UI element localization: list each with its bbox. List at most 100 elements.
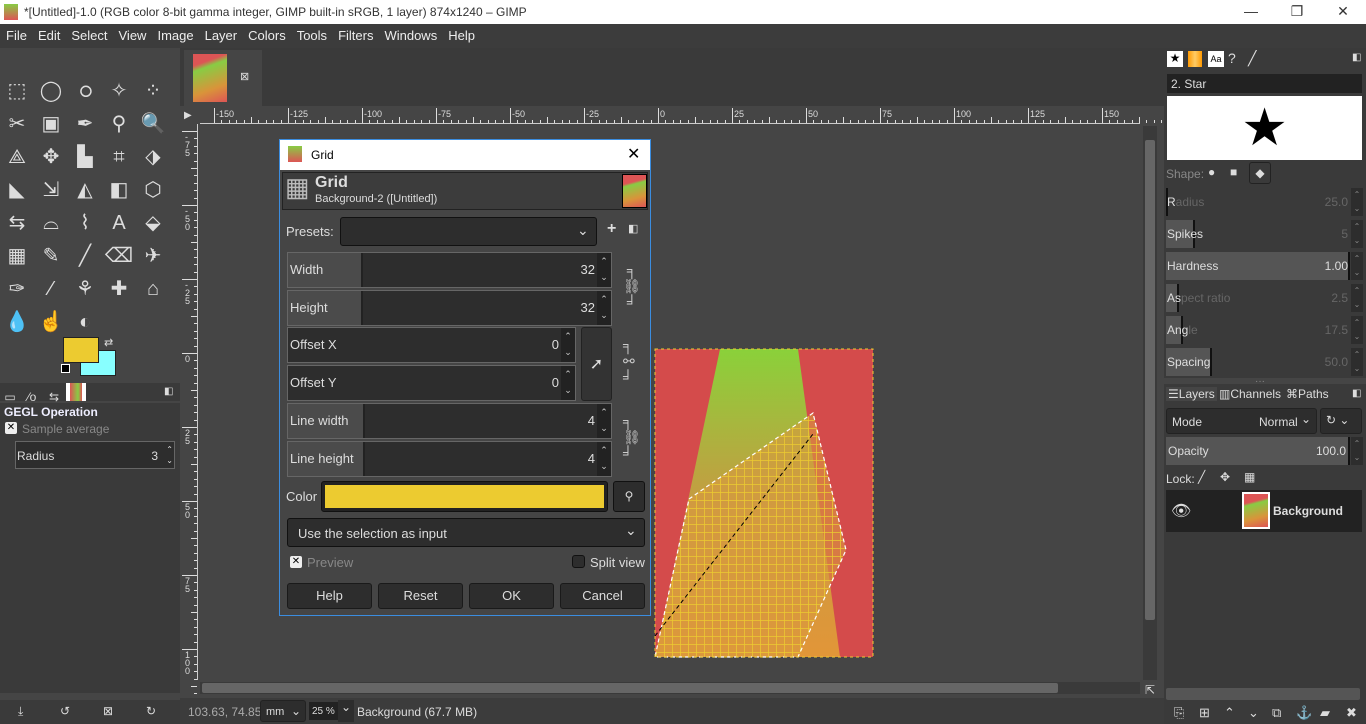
- spin-arrows-icon[interactable]: ⌃ ⌄: [1351, 284, 1363, 312]
- opacity-slider[interactable]: Opacity 100.0: [1166, 437, 1350, 465]
- height-spinner[interactable]: Height 32 ⌃ ⌄: [287, 290, 612, 326]
- menu-edit[interactable]: Edit: [32, 24, 65, 43]
- opacity-spin-arrows[interactable]: ⌃ ⌄: [1351, 437, 1363, 465]
- airbrush-tool-icon[interactable]: ✈: [138, 241, 168, 271]
- spin-arrows-icon[interactable]: ⌃ ⌄: [597, 442, 611, 476]
- shape-diamond-icon[interactable]: ◆: [1249, 162, 1271, 184]
- eraser-tool-icon[interactable]: ⌫: [104, 241, 134, 271]
- smudge-tool-icon[interactable]: ☝: [36, 307, 66, 337]
- preset-menu-icon[interactable]: ◧: [628, 222, 638, 235]
- fonts-tab-icon[interactable]: Aa: [1208, 51, 1224, 67]
- swap-colors-icon[interactable]: ⇄: [104, 336, 113, 349]
- spin-arrows-icon[interactable]: ⌃ ⌄: [1351, 316, 1363, 344]
- spin-arrows-icon[interactable]: ⌃ ⌄: [561, 328, 575, 362]
- warp-tool-icon[interactable]: ◣: [2, 175, 32, 205]
- menu-help[interactable]: Help: [442, 24, 480, 43]
- chain-broken-icon[interactable]: ╕ ⚯ ╛: [623, 337, 635, 385]
- ok-button[interactable]: OK: [469, 583, 554, 609]
- color-picker-icon[interactable]: ⚲: [613, 481, 645, 512]
- pencil-tool-icon[interactable]: ✎: [36, 241, 66, 271]
- move-tool-icon[interactable]: ✥: [36, 142, 66, 172]
- radius-spinner[interactable]: Radius 3 ⌃ ⌄: [15, 441, 175, 469]
- lower-layer-icon[interactable]: ⌄: [1248, 705, 1259, 721]
- visibility-eye-icon[interactable]: 👁: [1171, 501, 1191, 521]
- perspective-tool-icon[interactable]: ◧: [104, 175, 134, 205]
- new-group-icon[interactable]: ⊞: [1199, 705, 1210, 721]
- help-button[interactable]: Help: [287, 583, 372, 609]
- line-width-spinner[interactable]: Line width 4 ⌃ ⌄: [287, 403, 612, 439]
- mypaint-tool-icon[interactable]: ⁄: [36, 274, 66, 304]
- warp-transform-tool-icon[interactable]: ⌇: [70, 208, 100, 238]
- menu-view[interactable]: View: [113, 24, 152, 43]
- width-spinner[interactable]: Width 32 ⌃ ⌄: [287, 252, 612, 288]
- align-tool-icon[interactable]: ▙: [70, 142, 100, 172]
- menu-filters[interactable]: Filters: [332, 24, 378, 43]
- chain-linked-icon[interactable]: ╕ ⛓ ╛: [623, 413, 641, 461]
- delete-options-icon[interactable]: ⊠: [103, 704, 113, 718]
- brush-spacing-slider[interactable]: Spacing Spacing 50.0: [1166, 348, 1350, 376]
- dock-menu-icon[interactable]: ◧: [1352, 52, 1361, 63]
- paintbrush-tab-icon[interactable]: ╱: [1248, 50, 1256, 67]
- 3d-transform-tool-icon[interactable]: ⬡: [138, 175, 168, 205]
- foreground-color-swatch[interactable]: [63, 337, 99, 363]
- navigate-icon[interactable]: ⇱: [1145, 683, 1155, 697]
- line-height-spinner[interactable]: Line height 4 ⌃ ⌄: [287, 441, 612, 477]
- blur-tool-icon[interactable]: 💧: [2, 307, 32, 337]
- offset-x-spinner[interactable]: Offset X 0 ⌃ ⌄: [287, 327, 576, 363]
- brush-radius-slider[interactable]: Radius R 25.0: [1166, 188, 1350, 216]
- mode-select[interactable]: Mode Normal ⌄: [1166, 408, 1317, 434]
- shape-circle-icon[interactable]: ●: [1208, 165, 1215, 179]
- tab-channels[interactable]: ▥Channels: [1219, 387, 1281, 401]
- minimize-button[interactable]: —: [1228, 0, 1274, 24]
- input-mode-select[interactable]: Use the selection as input ⌄: [287, 518, 645, 547]
- add-preset-icon[interactable]: +: [607, 220, 616, 238]
- dock-menu-icon[interactable]: ◧: [1352, 388, 1361, 399]
- help-tab-icon[interactable]: ?: [1228, 50, 1236, 66]
- reset-button[interactable]: Reset: [378, 583, 463, 609]
- offset-y-spinner[interactable]: Offset Y 0 ⌃ ⌄: [287, 365, 576, 401]
- close-tab-icon[interactable]: ⊠: [240, 70, 249, 83]
- spin-arrows-icon[interactable]: ⌃ ⌄: [561, 366, 575, 400]
- unit-select[interactable]: mm ⌄: [260, 700, 306, 722]
- default-colors-icon[interactable]: [61, 364, 70, 373]
- crop-tool-icon[interactable]: ⌗: [104, 142, 134, 172]
- rect-select-tool-icon[interactable]: ⬚: [2, 76, 32, 106]
- layer-row[interactable]: 👁 Background: [1166, 490, 1362, 532]
- menu-file[interactable]: File: [0, 24, 32, 43]
- text-tool-icon[interactable]: A: [104, 208, 134, 238]
- dialog-close-button[interactable]: ✕: [627, 144, 640, 164]
- images-tab-icon[interactable]: [66, 383, 86, 401]
- color-picker-tool-icon[interactable]: ⚲: [104, 109, 134, 139]
- cage-tool-icon[interactable]: ⌓: [36, 208, 66, 238]
- spin-arrows-icon[interactable]: ⌃ ⌄: [1351, 220, 1363, 248]
- chain-linked-icon[interactable]: ╕ ⛓ ╛: [623, 262, 641, 310]
- save-options-icon[interactable]: ⤓: [18, 704, 23, 719]
- mask-layer-icon[interactable]: ▰: [1320, 705, 1330, 721]
- ellipse-select-tool-icon[interactable]: ◯: [36, 76, 66, 106]
- dodge-burn-tool-icon[interactable]: ◐: [70, 307, 100, 337]
- handle-transform-tool-icon[interactable]: ⇲: [36, 175, 66, 205]
- brush-aspect-ratio-slider[interactable]: Aspect ratio As 2.5: [1166, 284, 1350, 312]
- shear-tool-icon[interactable]: ◭: [70, 175, 100, 205]
- duplicate-layer-icon[interactable]: ⧉: [1272, 705, 1281, 721]
- heal-tool-icon[interactable]: ✚: [104, 274, 134, 304]
- menu-layer[interactable]: Layer: [199, 24, 243, 43]
- free-select-tool-icon[interactable]: ഠ: [70, 76, 100, 106]
- menu-windows[interactable]: Windows: [378, 24, 442, 43]
- image-tab[interactable]: ⊠: [184, 50, 262, 106]
- vertical-scrollbar[interactable]: [1143, 126, 1157, 680]
- sample-average-checkbox[interactable]: ✕: [5, 422, 17, 434]
- presets-select[interactable]: ⌄: [340, 217, 597, 246]
- lock-pixels-icon[interactable]: ╱: [1198, 470, 1205, 484]
- paths-tool-icon[interactable]: ✒: [70, 109, 100, 139]
- quickmask-menu-icon[interactable]: ▶: [184, 110, 192, 121]
- measure-tool-icon[interactable]: ⟁: [2, 142, 32, 172]
- paintbrush-tool-icon[interactable]: ╱: [70, 241, 100, 271]
- spin-arrows-icon[interactable]: ⌃ ⌄: [1351, 188, 1363, 216]
- flip-tool-icon[interactable]: ⇆: [2, 208, 32, 238]
- shape-square-icon[interactable]: ■: [1230, 165, 1237, 179]
- brush-angle-slider[interactable]: Angle Ang 17.5: [1166, 316, 1350, 344]
- clone-tool-icon[interactable]: ⚘: [70, 274, 100, 304]
- brushes-tab-icon[interactable]: ★: [1167, 51, 1183, 67]
- menu-image[interactable]: Image: [151, 24, 198, 43]
